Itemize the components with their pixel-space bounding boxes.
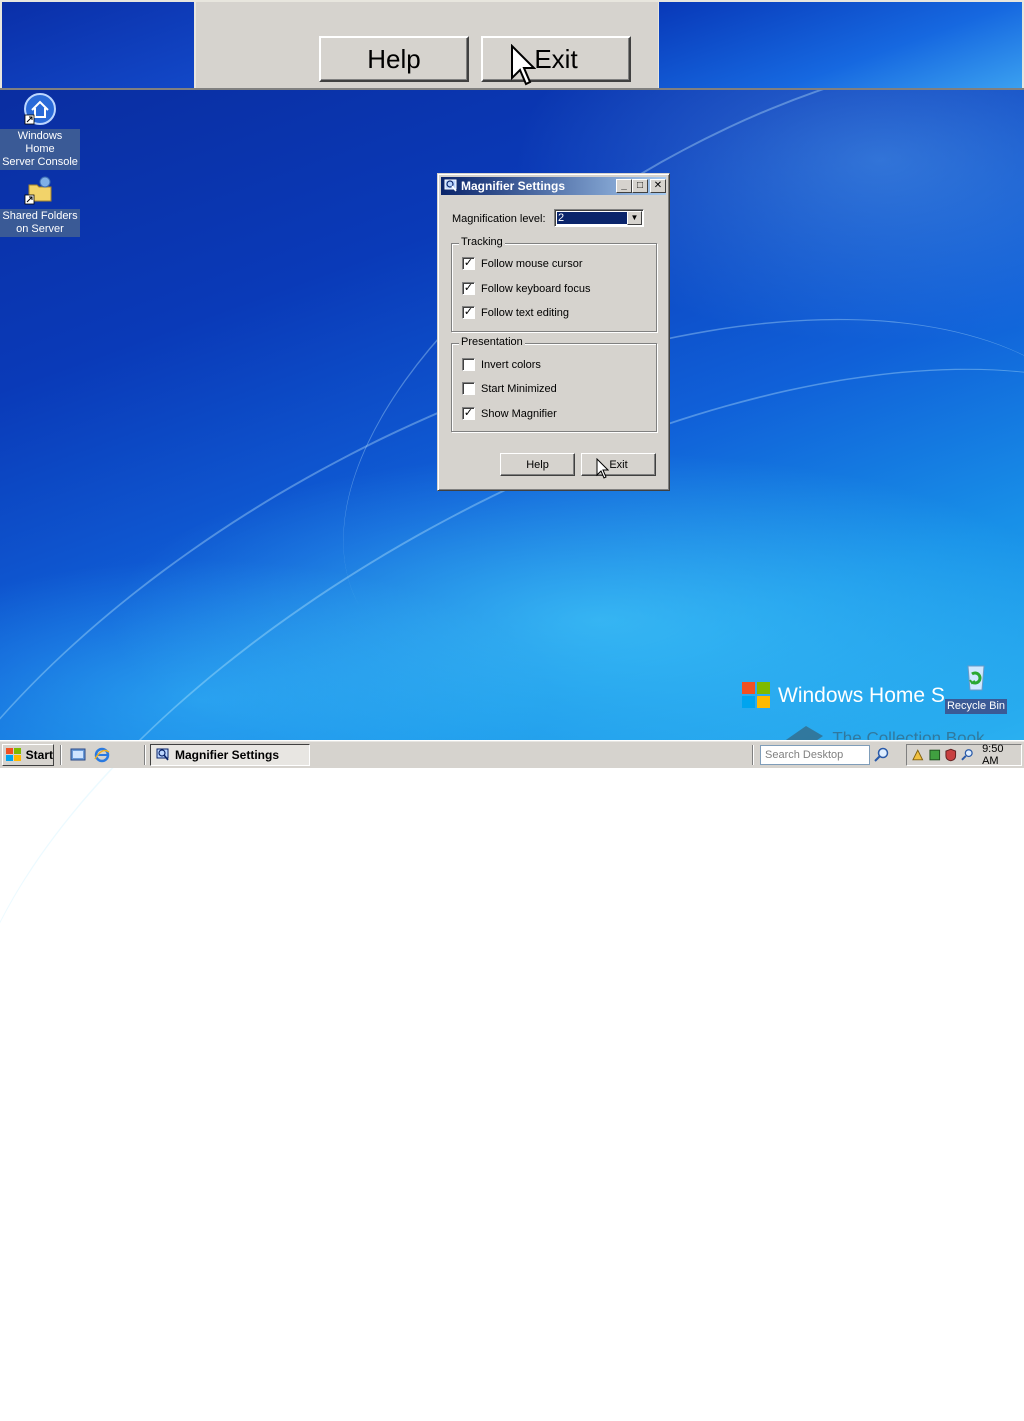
maximize-button[interactable]: □	[632, 179, 648, 193]
clock[interactable]: 9:50 AM	[982, 743, 1021, 767]
start-button[interactable]: Start	[2, 744, 54, 766]
follow-keyboard-focus-option[interactable]: ✓ Follow keyboard focus	[462, 282, 590, 295]
follow-text-editing-option[interactable]: ✓ Follow text editing	[462, 306, 569, 319]
search-icon[interactable]	[873, 747, 891, 763]
security-icon[interactable]	[944, 748, 958, 762]
dialog-title: Magnifier Settings	[461, 179, 566, 193]
magnifier-view: Help Exit	[0, 0, 1024, 90]
show-magnifier-checkbox[interactable]: ✓	[462, 407, 475, 420]
label-line: Shared Folders	[2, 210, 78, 222]
magnified-exit-label: Exit	[534, 43, 578, 74]
mouse-cursor-icon	[596, 458, 609, 479]
magnification-level-label: Magnification level:	[452, 213, 546, 225]
branding-text: Windows Home S	[778, 684, 945, 707]
follow-text-editing-checkbox[interactable]: ✓	[462, 306, 475, 319]
label-line: Server Console	[2, 156, 78, 168]
follow-keyboard-focus-checkbox[interactable]: ✓	[462, 282, 475, 295]
magnification-level-select[interactable]: 2 ▼	[554, 209, 644, 227]
start-minimized-option[interactable]: Start Minimized	[462, 382, 557, 395]
follow-mouse-cursor-option[interactable]: ✓ Follow mouse cursor	[462, 257, 582, 270]
option-label: Show Magnifier	[481, 407, 557, 420]
system-tray: 9:50 AM	[906, 743, 1022, 767]
chevron-down-icon[interactable]: ▼	[627, 211, 642, 225]
option-label: Follow mouse cursor	[481, 257, 583, 270]
search-placeholder: Search Desktop	[765, 749, 844, 761]
internet-explorer-icon[interactable]	[94, 747, 110, 763]
invert-colors-checkbox[interactable]	[462, 358, 475, 371]
recycle-bin-icon	[959, 660, 993, 694]
minimize-icon: _	[621, 180, 627, 191]
invert-colors-option[interactable]: Invert colors	[462, 358, 541, 371]
windows-flag-icon	[742, 682, 772, 710]
magnified-help-button: Help	[319, 36, 469, 82]
magnified-dialog-area: Help Exit	[196, 2, 658, 88]
magnifier-settings-dialog: Magnifier Settings _ □ ✕ Magnification l…	[437, 173, 670, 491]
start-minimized-checkbox[interactable]	[462, 382, 475, 395]
option-label: Invert colors	[481, 358, 541, 371]
desktop-icon-label: Windows Home Server Console	[0, 129, 80, 170]
presentation-group-title: Presentation	[459, 336, 525, 348]
tracking-group: Tracking ✓ Follow mouse cursor ✓ Follow …	[451, 236, 657, 332]
taskbar-divider	[144, 745, 146, 765]
label-line: on Server	[16, 223, 64, 235]
taskbar-divider	[752, 745, 754, 765]
desktop-icon-home-server-console[interactable]: Windows Home Server Console	[0, 93, 80, 170]
minimize-button[interactable]: _	[616, 179, 632, 193]
dialog-titlebar[interactable]: Magnifier Settings _ □ ✕	[441, 177, 666, 195]
desktop-icon-label: Recycle Bin	[944, 699, 1008, 714]
magnified-cursor-icon	[511, 44, 536, 86]
desktop-icon-label: Shared Folders on Server	[0, 209, 80, 237]
magnified-help-label: Help	[367, 43, 421, 74]
exit-button[interactable]: Exit	[581, 453, 656, 476]
magnified-wallpaper-left	[2, 2, 194, 88]
home-server-icon	[23, 93, 57, 127]
magnifier-tray-icon[interactable]	[960, 748, 975, 762]
option-label: Follow text editing	[481, 306, 570, 319]
taskbar-item-label: Magnifier Settings	[175, 748, 280, 762]
shared-folder-icon	[23, 173, 57, 207]
network-icon[interactable]	[911, 748, 925, 762]
tracking-group-title: Tracking	[459, 236, 505, 248]
windows-flag-icon	[6, 748, 22, 762]
desktop-icon-shared-folders[interactable]: Shared Folders on Server	[0, 173, 80, 237]
show-desktop-icon[interactable]	[70, 747, 86, 763]
taskbar: Start Magnifier Settings Search Desktop	[0, 740, 1024, 768]
windows-home-server-branding: Windows Home S	[742, 682, 952, 710]
follow-mouse-cursor-checkbox[interactable]: ✓	[462, 257, 475, 270]
close-icon: ✕	[653, 180, 663, 191]
option-label: Start Minimized	[481, 382, 557, 395]
taskbar-divider	[60, 745, 62, 765]
maximize-icon: □	[636, 180, 644, 191]
help-button-label: Help	[526, 458, 549, 471]
magnification-level-value: 2	[557, 212, 627, 224]
close-button[interactable]: ✕	[650, 179, 666, 193]
start-label: Start	[25, 748, 53, 762]
magnifier-app-icon	[156, 748, 169, 761]
magnified-exit-button: Exit	[481, 36, 631, 82]
label-line: Windows Home	[17, 130, 63, 155]
option-label: Follow keyboard focus	[481, 282, 591, 295]
help-button[interactable]: Help	[500, 453, 575, 476]
presentation-group: Presentation Invert colors Start Minimiz…	[451, 336, 657, 432]
server-status-icon[interactable]	[928, 748, 942, 762]
search-desktop-input[interactable]: Search Desktop	[760, 745, 870, 765]
magnifier-app-icon	[444, 179, 457, 192]
taskbar-item-magnifier-settings[interactable]: Magnifier Settings	[150, 744, 310, 766]
exit-button-label: Exit	[609, 458, 628, 471]
show-magnifier-option[interactable]: ✓ Show Magnifier	[462, 407, 557, 420]
magnified-wallpaper-right	[659, 2, 1022, 88]
